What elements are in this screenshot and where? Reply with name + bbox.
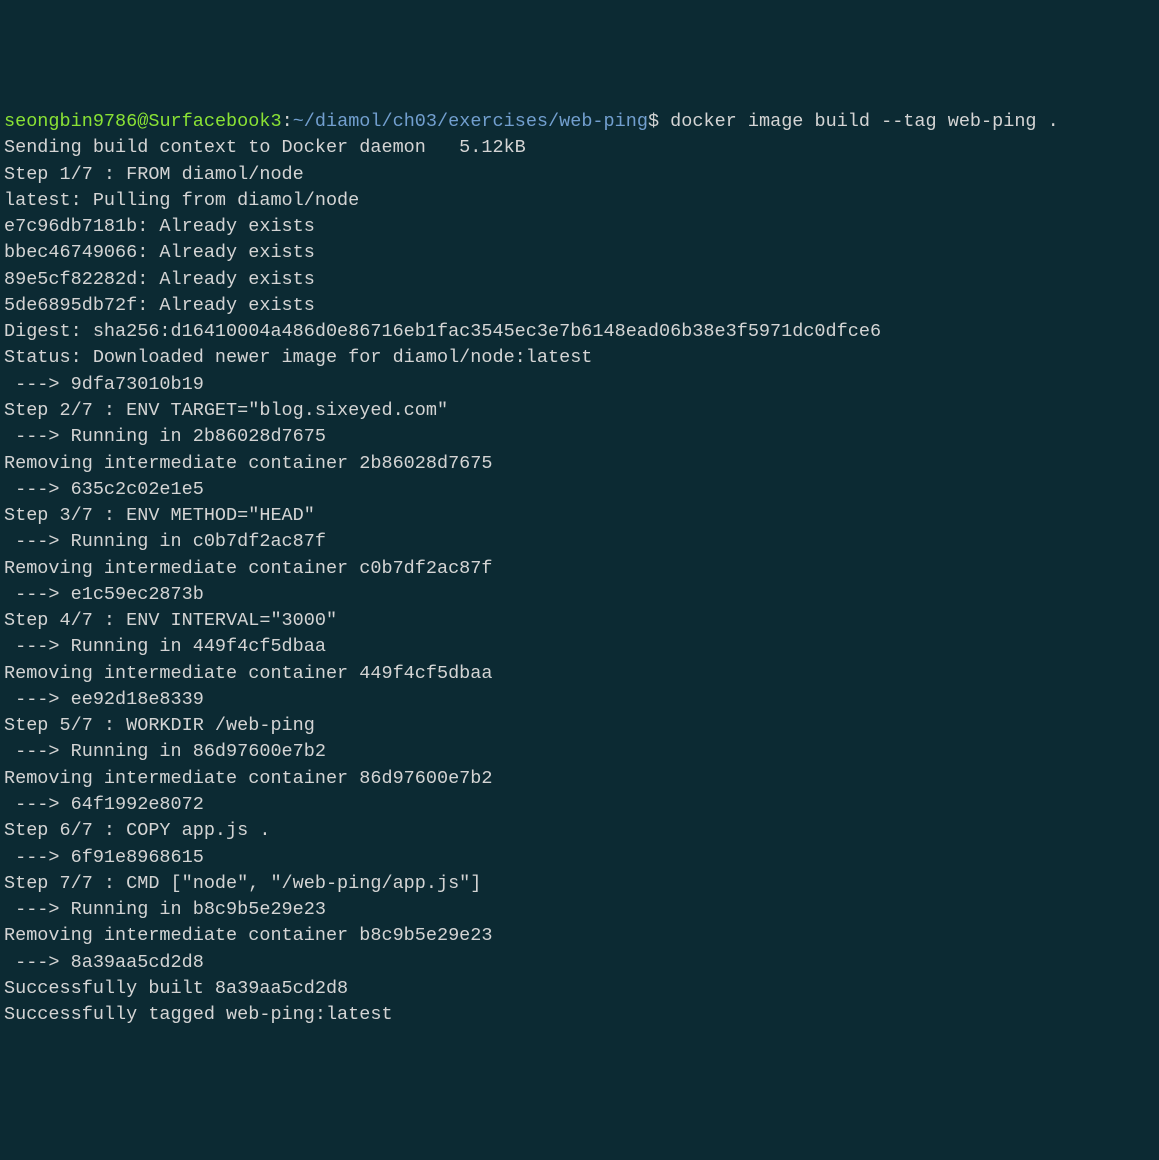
- output-line: Step 5/7 : WORKDIR /web-ping: [4, 715, 315, 736]
- output-line: e7c96db7181b: Already exists: [4, 216, 315, 237]
- output-line: ---> Running in b8c9b5e29e23: [4, 899, 326, 920]
- output-line: Step 1/7 : FROM diamol/node: [4, 164, 304, 185]
- prompt-user: seongbin9786: [4, 111, 137, 132]
- output-line: ---> Running in 449f4cf5dbaa: [4, 636, 326, 657]
- output-line: latest: Pulling from diamol/node: [4, 190, 359, 211]
- output-line: Step 4/7 : ENV INTERVAL="3000": [4, 610, 337, 631]
- output-line: ---> 9dfa73010b19: [4, 374, 204, 395]
- output-line: Digest: sha256:d16410004a486d0e86716eb1f…: [4, 321, 881, 342]
- output-line: ---> 8a39aa5cd2d8: [4, 952, 204, 973]
- output-line: Step 7/7 : CMD ["node", "/web-ping/app.j…: [4, 873, 481, 894]
- output-line: ---> Running in 86d97600e7b2: [4, 741, 326, 762]
- output-line: Step 6/7 : COPY app.js .: [4, 820, 270, 841]
- output-line: Step 2/7 : ENV TARGET="blog.sixeyed.com": [4, 400, 448, 421]
- output-line: ---> 635c2c02e1e5: [4, 479, 204, 500]
- output-line: bbec46749066: Already exists: [4, 242, 315, 263]
- output-line: Status: Downloaded newer image for diamo…: [4, 347, 592, 368]
- prompt-path: ~/diamol/ch03/exercises/web-ping: [293, 111, 648, 132]
- output-line: Removing intermediate container c0b7df2a…: [4, 558, 492, 579]
- prompt-at: @: [137, 111, 148, 132]
- output-line: Step 3/7 : ENV METHOD="HEAD": [4, 505, 315, 526]
- output-line: Sending build context to Docker daemon 5…: [4, 137, 526, 158]
- command-text: docker image build --tag web-ping .: [670, 111, 1059, 132]
- output-line: ---> Running in 2b86028d7675: [4, 426, 326, 447]
- output-line: ---> e1c59ec2873b: [4, 584, 204, 605]
- output-line: 5de6895db72f: Already exists: [4, 295, 315, 316]
- output-line: Removing intermediate container b8c9b5e2…: [4, 925, 492, 946]
- output-line: Removing intermediate container 86d97600…: [4, 768, 492, 789]
- prompt-dollar: $: [648, 111, 670, 132]
- output-line: ---> 64f1992e8072: [4, 794, 204, 815]
- prompt-line: seongbin9786@Surfacebook3:~/diamol/ch03/…: [4, 111, 1059, 132]
- output-line: Successfully tagged web-ping:latest: [4, 1004, 393, 1025]
- output-line: Removing intermediate container 2b86028d…: [4, 453, 492, 474]
- prompt-host: Surfacebook3: [148, 111, 281, 132]
- terminal-window[interactable]: seongbin9786@Surfacebook3:~/diamol/ch03/…: [4, 109, 1155, 1028]
- output-line: ---> Running in c0b7df2ac87f: [4, 531, 326, 552]
- output-line: Removing intermediate container 449f4cf5…: [4, 663, 492, 684]
- output-line: ---> ee92d18e8339: [4, 689, 204, 710]
- output-line: 89e5cf82282d: Already exists: [4, 269, 315, 290]
- output-line: ---> 6f91e8968615: [4, 847, 204, 868]
- prompt-colon: :: [282, 111, 293, 132]
- output-line: Successfully built 8a39aa5cd2d8: [4, 978, 348, 999]
